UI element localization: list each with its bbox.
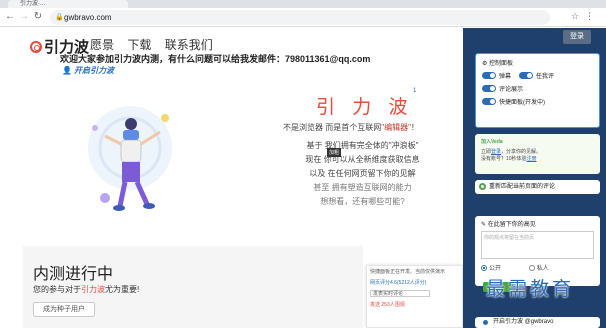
- start-label: 开启引力波: [73, 66, 114, 75]
- reload-icon[interactable]: ↻: [32, 11, 44, 23]
- desc-line: 以及 在任何网页留下你的见解: [309, 169, 416, 178]
- browser-tab-strip: 引力波·...: [0, 0, 606, 8]
- desc-line: 甚至 拥有塑造互联网的能力: [313, 183, 412, 192]
- browser-tab[interactable]: 引力波·...: [8, 0, 128, 8]
- hero-title: 引 力 波: [316, 97, 414, 118]
- join-title: 加入Veda: [481, 139, 503, 145]
- desc-line: 基于 我们拥有完全体的"冲浪板": [306, 141, 419, 150]
- danmaku-toggle[interactable]: [482, 72, 496, 79]
- note-highlight: 引力波: [81, 285, 105, 294]
- url-input[interactable]: 🔒 gwbravo.com: [50, 10, 550, 25]
- user-icon: 👤: [62, 66, 72, 75]
- popup-rating[interactable]: 网页评分4.6(5212人评分): [370, 279, 459, 286]
- status-dot-icon: [483, 320, 488, 325]
- private-radio[interactable]: [528, 265, 535, 271]
- toggle-label: 任我评: [536, 74, 555, 80]
- subtitle-highlight: "编辑器": [381, 123, 411, 132]
- toggle-label: 快捷面板(开发中): [499, 100, 545, 106]
- refresh-icon: [479, 183, 486, 190]
- subtitle-suffix: ！: [410, 123, 419, 132]
- join-line1: 立即登录，分享你的见解。: [481, 149, 542, 155]
- join-veda-card: 加入Veda 立即登录，分享你的见解。 没有账号？10秒体验注册: [475, 134, 600, 174]
- hero-title-sup: 1: [413, 88, 417, 94]
- note-suffix: 尤为重要!: [105, 285, 140, 294]
- top-nav: 愿景 下载 联系我们: [90, 36, 223, 53]
- rematch-comments-button[interactable]: 重新匹配当前页面的评论: [475, 180, 600, 194]
- beta-heading: 内测进行中: [33, 266, 114, 283]
- control-panel-card: ⚙ 控制面板 弹幕 任我评 评论展示 快捷面板(开发中): [475, 53, 600, 128]
- visibility-radios: 公开 私人: [481, 263, 594, 272]
- beta-section: 内测进行中 您的参与对于引力波尤为重要! 成为种子用户: [23, 246, 363, 328]
- nav-contact[interactable]: 联系我们: [165, 38, 213, 52]
- register-link[interactable]: 注册: [527, 156, 537, 162]
- open-label: 开启引力波 @gwbravo: [493, 319, 554, 325]
- nav-vision[interactable]: 愿景: [90, 38, 114, 52]
- popup-send[interactable]: 发送 253人围观: [370, 301, 459, 308]
- nav-download[interactable]: 下载: [127, 38, 151, 52]
- join-line2: 没有账号？10秒体验注册: [481, 156, 537, 162]
- comment-display-toggle[interactable]: [482, 85, 496, 92]
- hero-illustration: [88, 106, 172, 211]
- comment-textarea[interactable]: 你的观点将留在当前页: [481, 231, 594, 259]
- toggle-label: 评论展示: [499, 87, 524, 93]
- back-icon[interactable]: ←: [4, 11, 16, 23]
- url-text: gwbravo.com: [64, 13, 112, 22]
- toolbar-icons[interactable]: ☆⋮: [571, 11, 600, 22]
- open-gwbravo-row[interactable]: 开启引力波 @gwbravo: [475, 317, 600, 328]
- control-panel-title: ⚙ 控制面板: [482, 61, 514, 67]
- leave-title: ✎ 在此留下你的高见: [481, 222, 536, 228]
- lock-icon: 🔒: [55, 14, 64, 21]
- subtitle-prefix: 不是浏览器 而是首个互联网: [283, 123, 382, 132]
- quick-panel-popup: 快捷面板正在开发。当前仅供演示 网页评分4.6(5212人评分) 发表实时评论 …: [366, 265, 463, 328]
- note-prefix: 您的参与对于: [33, 285, 81, 294]
- quick-panel-toggle[interactable]: [482, 98, 496, 105]
- desc-line: 想想看，还有哪些可能?: [320, 197, 405, 206]
- private-label: 私人: [536, 266, 549, 272]
- hero-description: 基于 我们拥有完全体的"冲浪板" 现在 你可以从全新维度获取信息 以及 在任何网…: [270, 139, 455, 209]
- login-button[interactable]: 登录: [563, 30, 591, 44]
- forward-icon[interactable]: →: [18, 11, 30, 23]
- seed-user-button[interactable]: 成为种子用户: [33, 302, 95, 317]
- rematch-label: 重新匹配当前页面的评论: [489, 184, 556, 190]
- logo-icon: [30, 41, 42, 53]
- public-label: 公开: [489, 266, 502, 272]
- beta-note: 您的参与对于引力波尤为重要!: [33, 284, 139, 295]
- comment-anywhere-toggle[interactable]: [519, 72, 534, 79]
- main-page: 引力波 愿景 下载 联系我们 欢迎大家参加引力波内测，有什么问题可以给我发邮件：…: [0, 28, 463, 328]
- public-radio[interactable]: [481, 265, 487, 271]
- bold-tooltip: 加粗: [327, 148, 342, 157]
- desc-line: 现在 你可以从全新维度获取信息: [305, 155, 420, 164]
- welcome-text: 欢迎大家参加引力波内测，有什么问题可以给我发邮件：798011361@qq.co…: [60, 54, 371, 64]
- popup-comment-input[interactable]: 发表实时评论: [370, 290, 430, 297]
- start-link[interactable]: 👤 开启引力波: [62, 65, 114, 76]
- hero-subtitle: 不是浏览器 而是首个互联网"编辑器"！: [283, 122, 419, 133]
- watermark-logo: 最需教育: [486, 278, 575, 300]
- popup-dev-note: 快捷面板正在开发。当前仅供演示: [370, 269, 446, 275]
- address-bar-row: ← → ↻ 🔒 gwbravo.com ☆⋮: [0, 8, 606, 27]
- toggle-label: 弹幕: [499, 74, 512, 80]
